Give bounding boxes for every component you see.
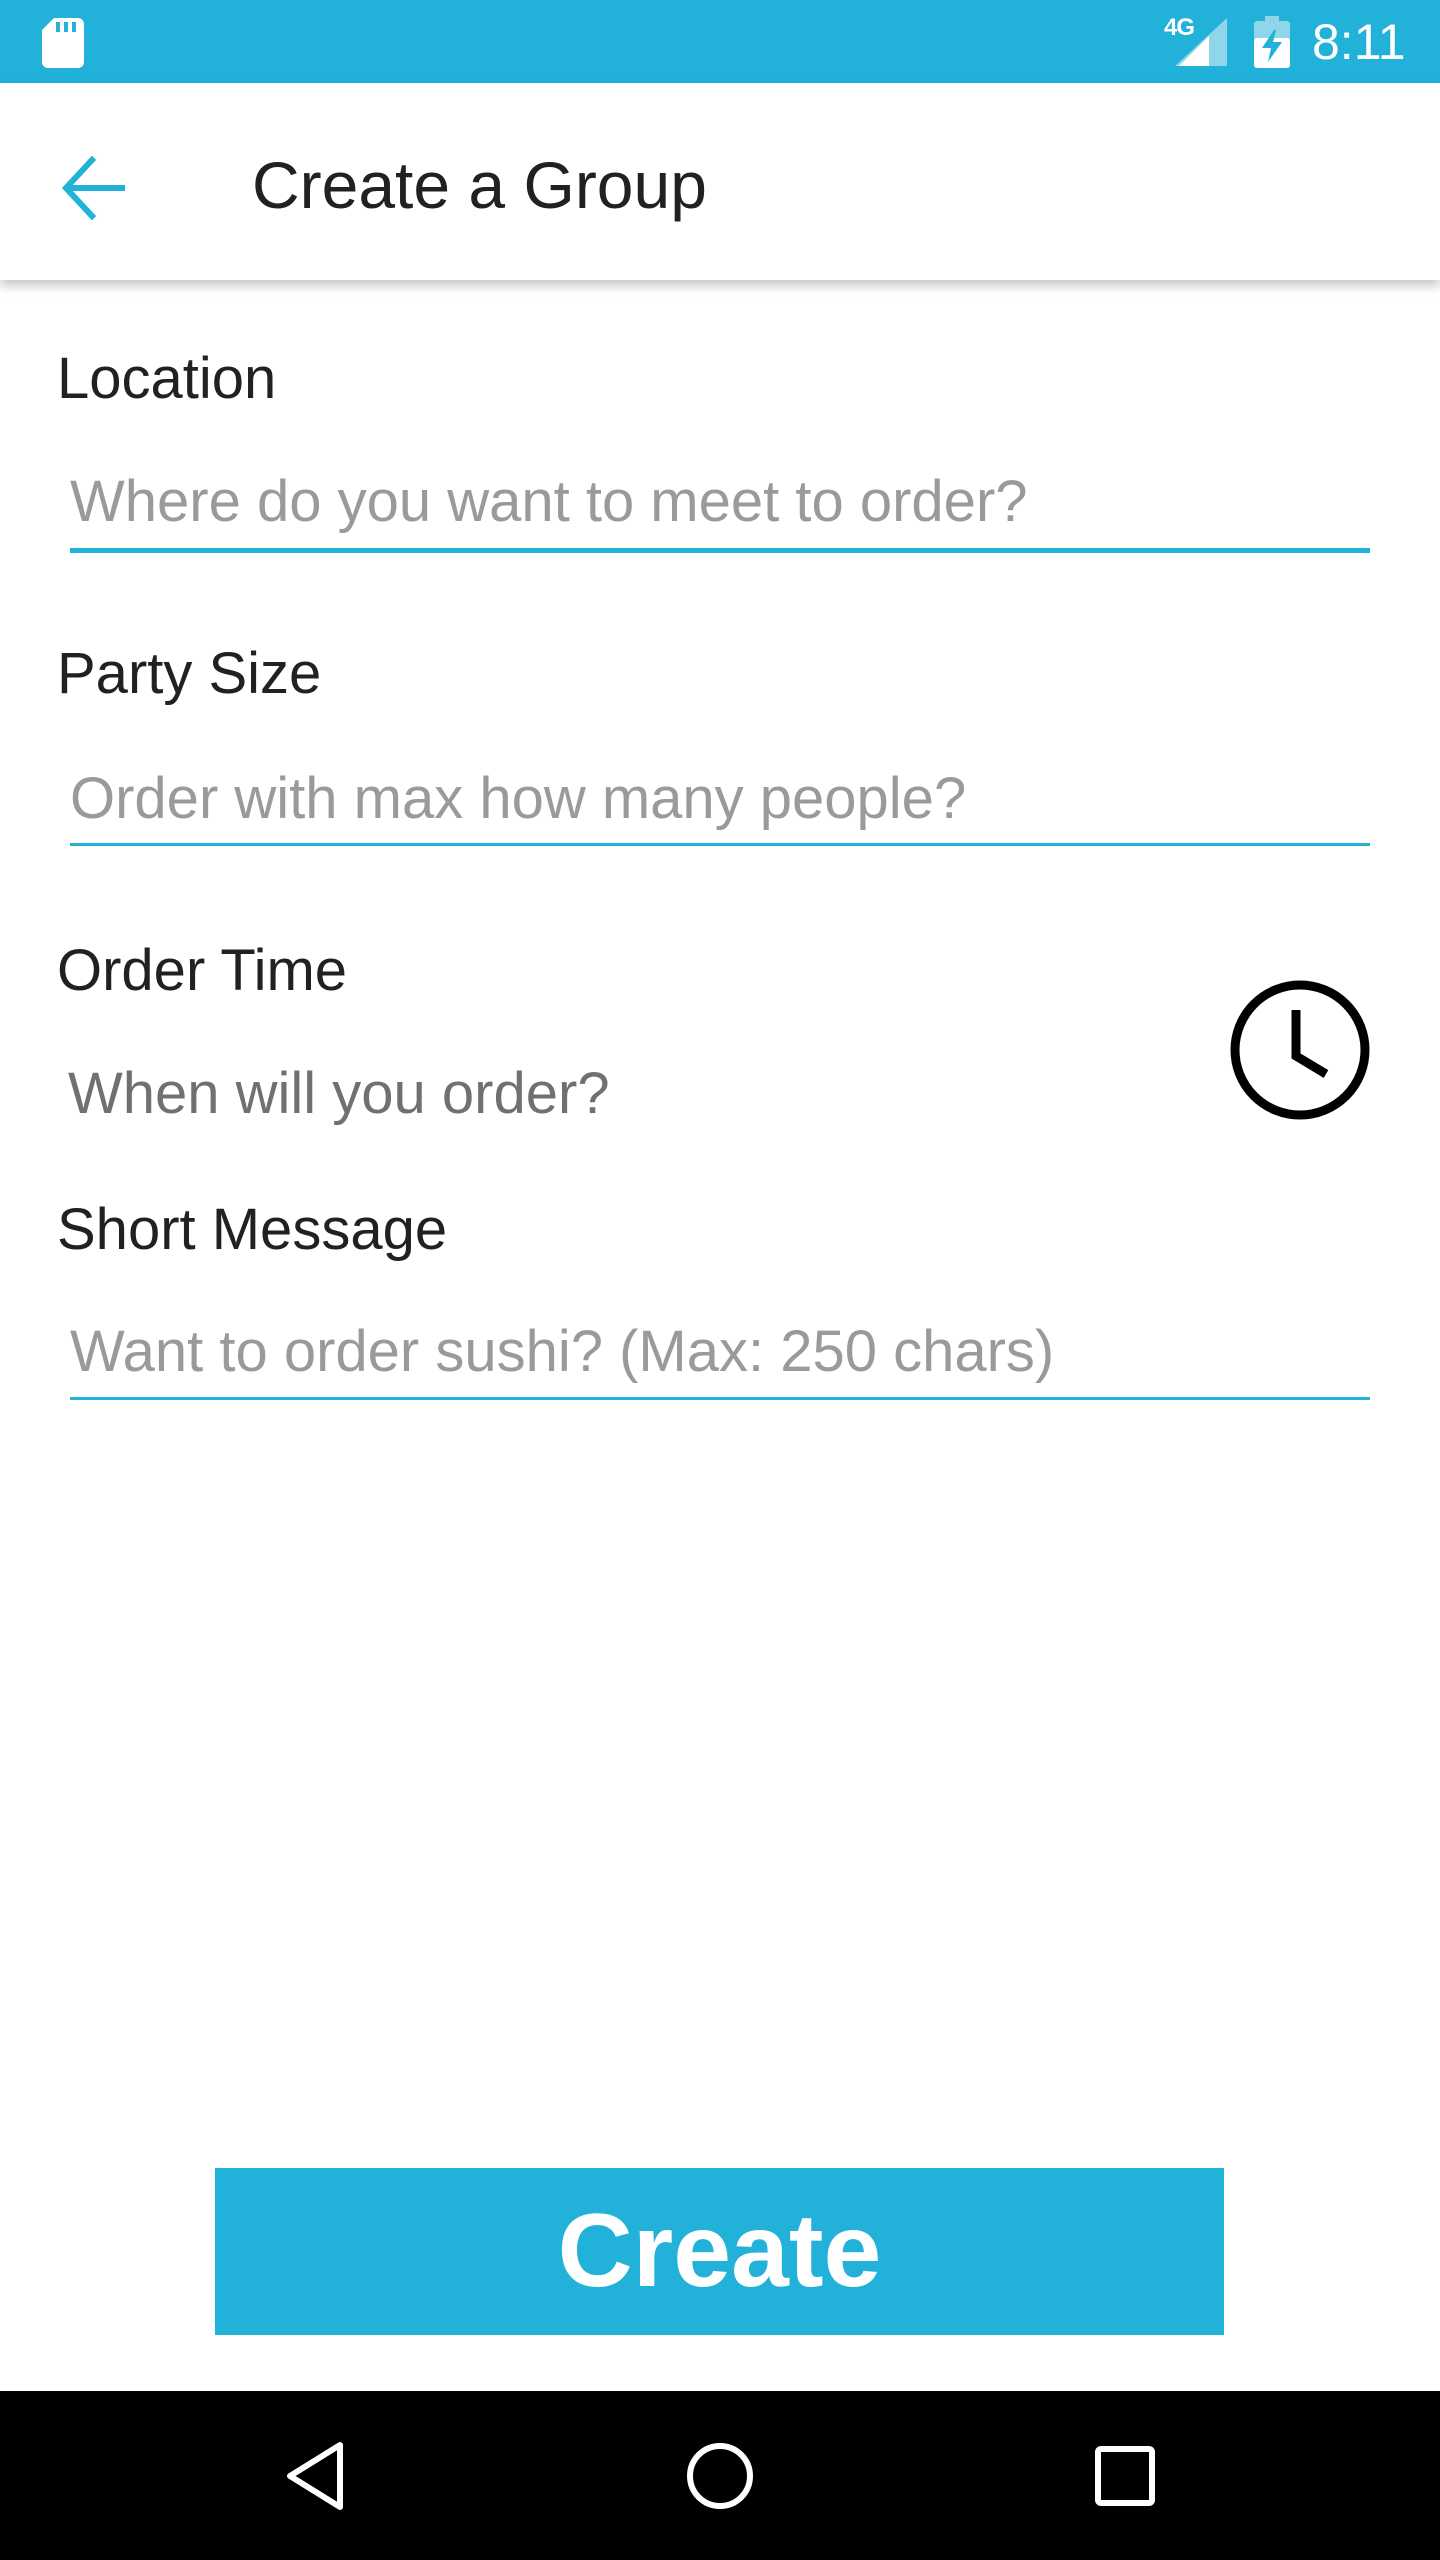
status-bar: 4G 8:11: [0, 0, 1440, 83]
navigation-bar: [0, 2391, 1440, 2560]
arrow-back-icon: [61, 155, 125, 221]
recents-square-icon: [1095, 2446, 1155, 2506]
back-button[interactable]: [50, 143, 140, 233]
time-picker-button[interactable]: [1228, 978, 1372, 1122]
party-size-underline: [70, 843, 1370, 846]
sd-card-icon: [42, 18, 84, 68]
location-label: Location: [57, 346, 277, 411]
status-time: 8:11: [1312, 14, 1406, 70]
signal-icon: [1175, 18, 1227, 66]
order-time-value[interactable]: When will you order?: [68, 1056, 610, 1132]
party-size-label: Party Size: [57, 641, 322, 706]
short-message-underline: [70, 1397, 1370, 1400]
back-triangle-icon: [287, 2442, 343, 2510]
app-bar: Create a Group: [0, 83, 1440, 280]
party-size-input[interactable]: [70, 760, 1370, 836]
page-title: Create a Group: [252, 148, 707, 222]
nav-recents-button[interactable]: [1080, 2431, 1170, 2521]
battery-charging-icon: [1254, 16, 1290, 68]
order-time-label: Order Time: [57, 938, 348, 1003]
home-circle-icon: [687, 2443, 753, 2509]
location-underline: [70, 548, 1370, 553]
location-input[interactable]: [70, 463, 1370, 539]
nav-home-button[interactable]: [675, 2431, 765, 2521]
short-message-input[interactable]: [70, 1313, 1370, 1389]
short-message-label: Short Message: [57, 1197, 448, 1262]
create-button[interactable]: Create: [215, 2168, 1224, 2335]
clock-icon: [1230, 980, 1370, 1120]
nav-back-button[interactable]: [272, 2431, 362, 2521]
